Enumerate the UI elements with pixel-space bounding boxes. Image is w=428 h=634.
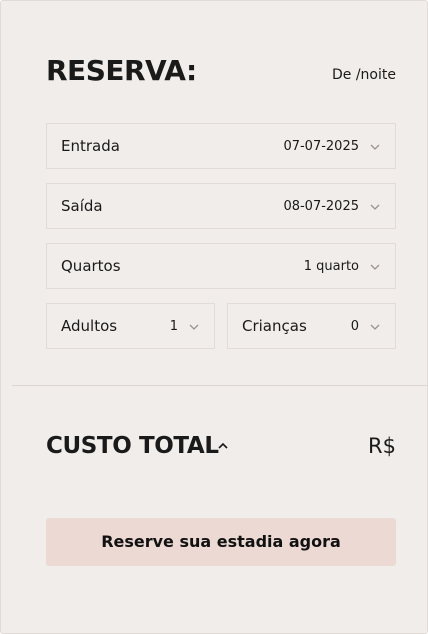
chevron-up-icon[interactable]	[216, 439, 230, 453]
children-select[interactable]: Crianças 0	[227, 303, 396, 349]
booking-title: RESERVA:	[46, 54, 197, 87]
checkin-value: 07-07-2025	[283, 139, 359, 154]
total-row: CUSTO TOTAL R$	[46, 429, 396, 463]
book-now-button[interactable]: Reserve sua estadia agora	[46, 518, 396, 566]
per-night-price: De /noite	[332, 67, 396, 83]
adults-select[interactable]: Adultos 1	[46, 303, 215, 349]
adults-value: 1	[169, 319, 178, 334]
checkin-label: Entrada	[61, 137, 120, 155]
booking-header: RESERVA: De /noite	[46, 51, 396, 95]
rooms-label: Quartos	[61, 257, 121, 275]
checkout-value: 08-07-2025	[283, 199, 359, 214]
rooms-select[interactable]: Quartos 1 quarto	[46, 243, 396, 289]
chevron-down-icon	[370, 324, 380, 330]
chevron-down-icon	[370, 204, 380, 210]
rooms-value: 1 quarto	[303, 259, 359, 274]
chevron-down-icon	[370, 264, 380, 270]
children-value: 0	[350, 319, 359, 334]
chevron-down-icon	[189, 324, 199, 330]
total-currency: R$	[368, 434, 396, 458]
section-divider	[12, 385, 428, 386]
checkout-select[interactable]: Saída 08-07-2025	[46, 183, 396, 229]
chevron-down-icon	[370, 144, 380, 150]
adults-label: Adultos	[61, 317, 118, 335]
booking-panel: RESERVA: De /noite Entrada 07-07-2025 Sa…	[0, 0, 428, 634]
total-cost-label: CUSTO TOTAL	[46, 433, 219, 459]
children-label: Crianças	[242, 317, 307, 335]
checkout-label: Saída	[61, 197, 103, 215]
checkin-select[interactable]: Entrada 07-07-2025	[46, 123, 396, 169]
